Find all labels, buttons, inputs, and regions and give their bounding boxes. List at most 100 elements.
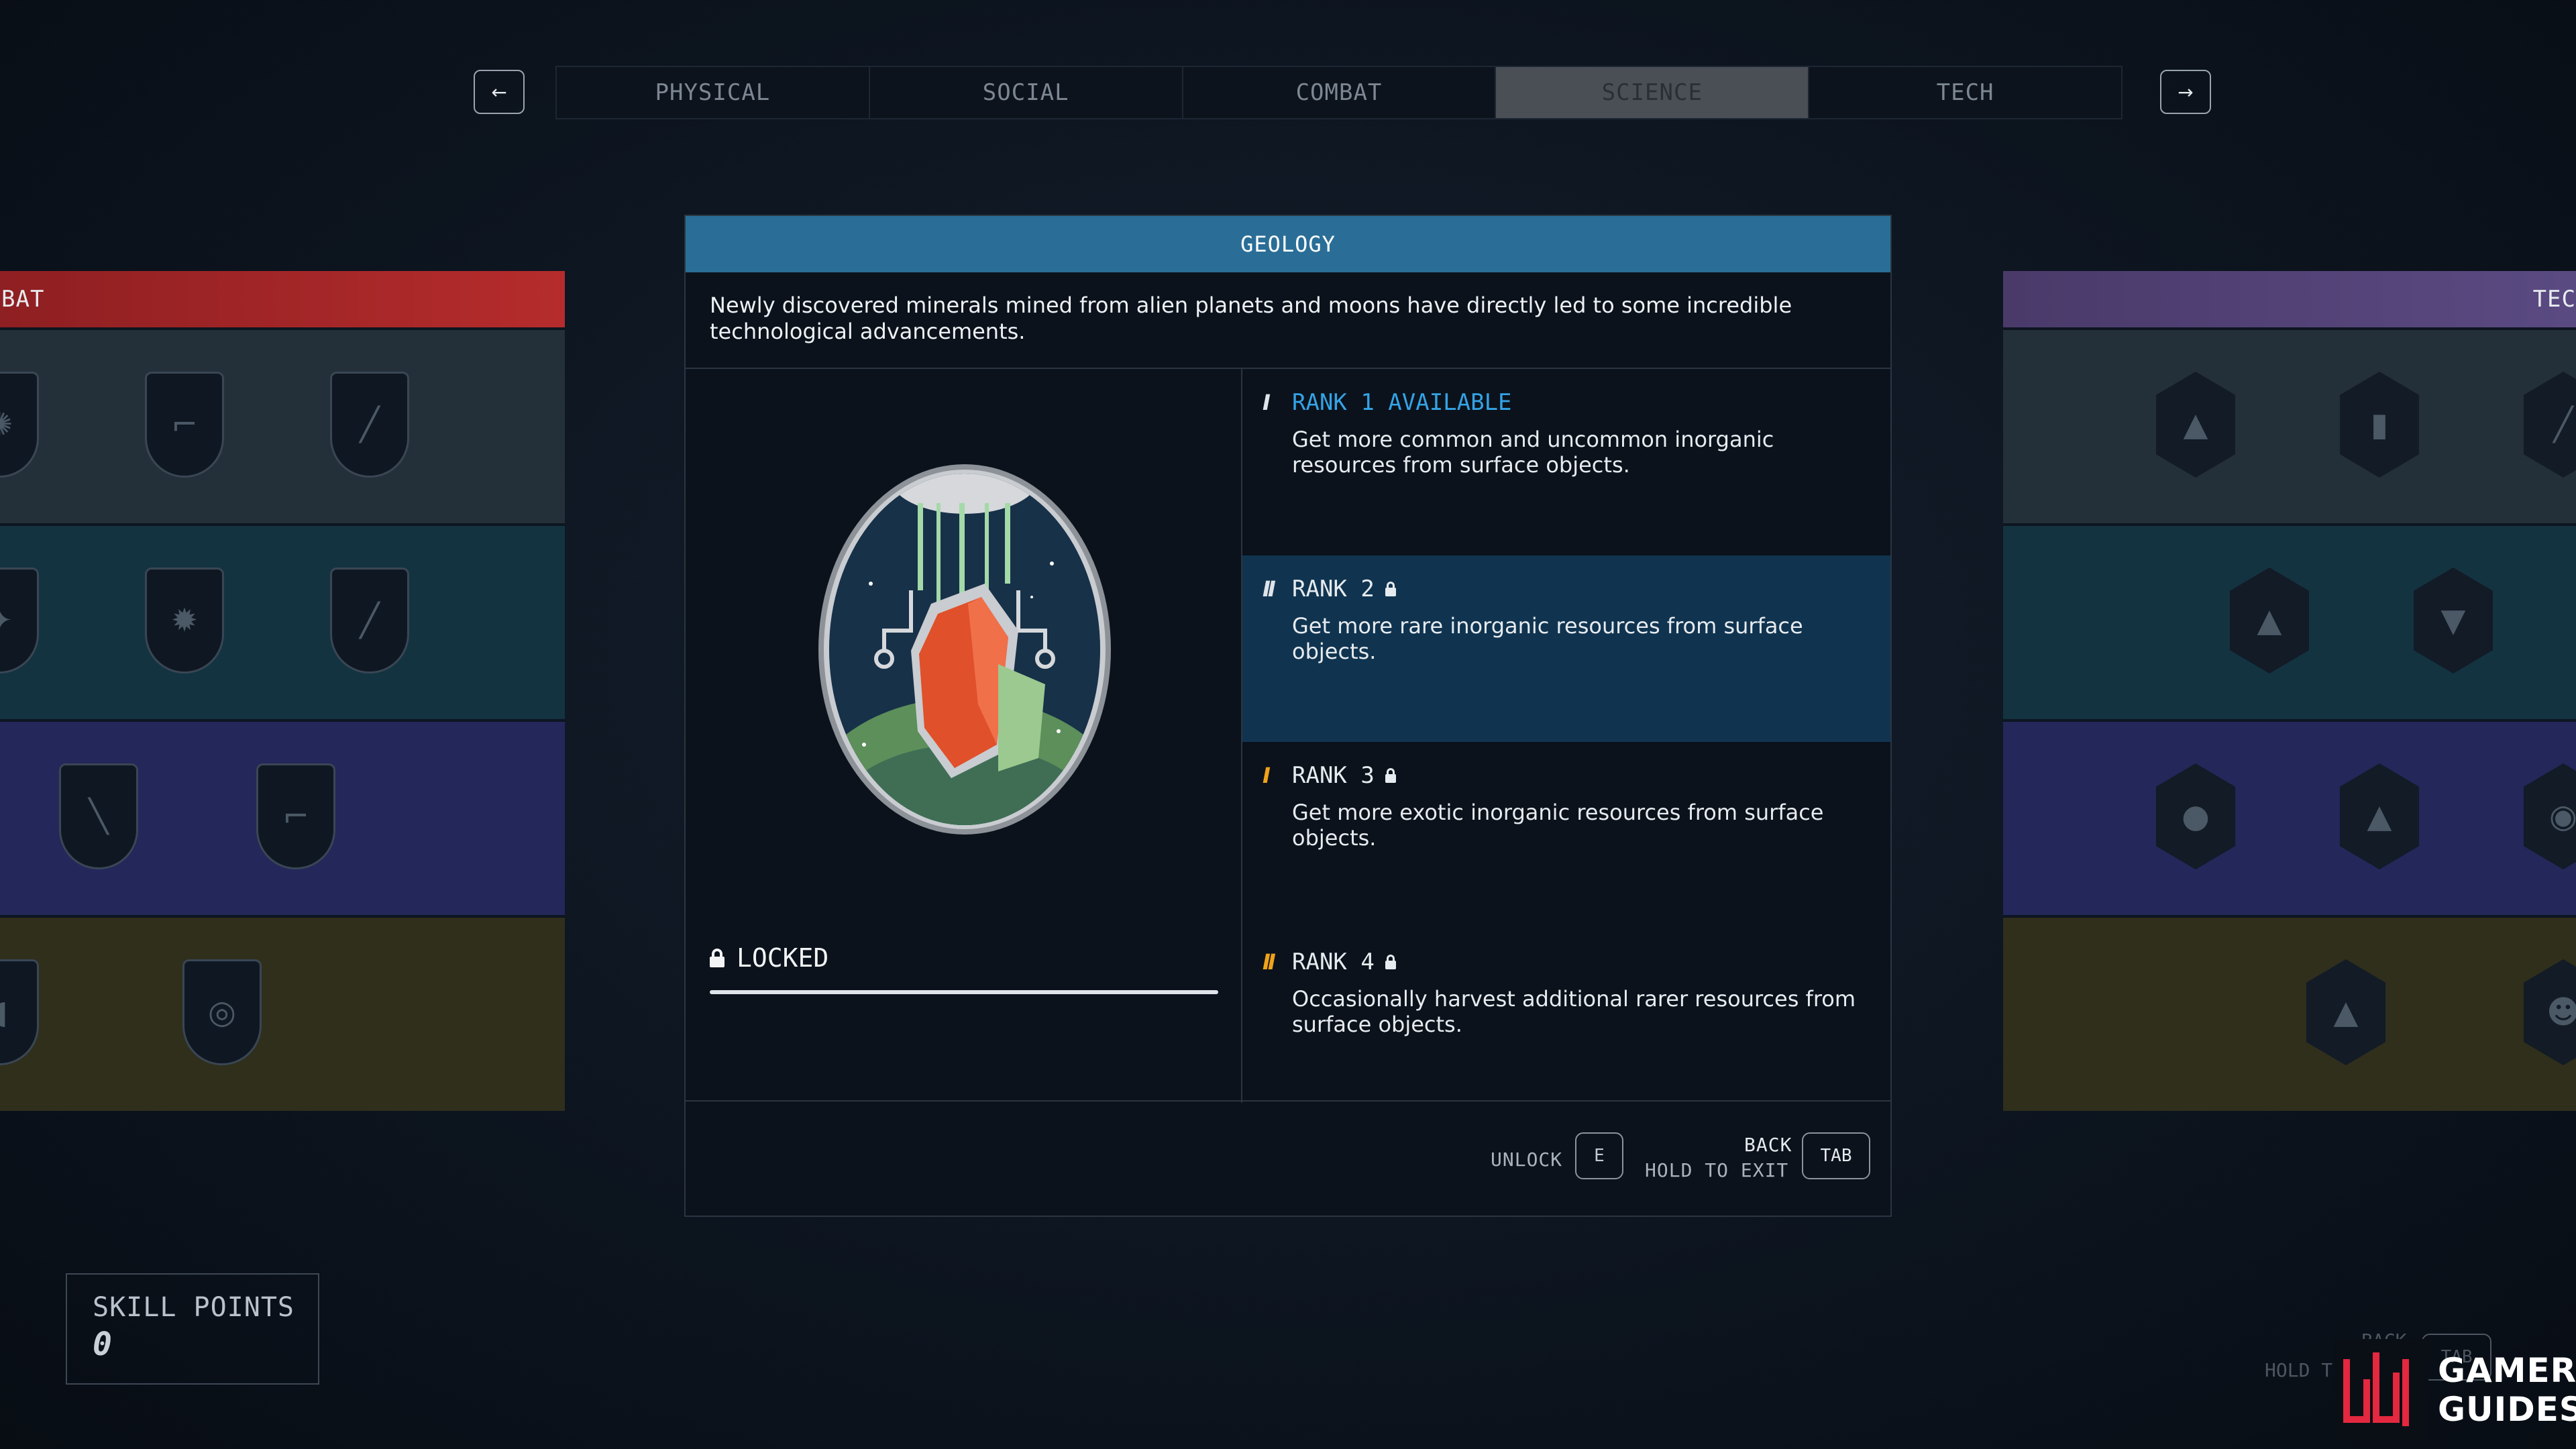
skill-row: ▲ ▮ ╱ <box>2003 327 2576 523</box>
tab-label: COMBAT <box>1295 79 1383 106</box>
unlock-label: UNLOCK <box>1491 1148 1563 1171</box>
rank-2-item[interactable]: II RANK 2 Get more rare inorganic resour… <box>1242 555 1890 742</box>
panel-footer: UNLOCK E BACK HOLD TO EXIT TAB <box>686 1100 1890 1216</box>
rank-3-description: Get more exotic inorganic resources from… <box>1292 800 1824 851</box>
rank-title-row: I RANK 1 AVAILABLE <box>1263 389 1870 416</box>
column-title: BAT <box>1 286 45 313</box>
rank-title-row: II RANK 2 <box>1263 576 1870 602</box>
geology-patch-icon <box>818 464 1111 835</box>
tab-science[interactable]: SCIENCE <box>1496 67 1810 118</box>
sunburst-skill-icon[interactable]: ✹ <box>145 568 224 674</box>
skill-row: ◖ ◎ <box>0 915 565 1111</box>
tab-label: PHYSICAL <box>655 79 771 106</box>
tech-skill-column: TEC ▲ ▮ ╱ ▲ ▼ ● ▲ ◉ ▲ ☻ <box>2003 271 2576 1111</box>
ghost-hold-label: HOLD T <box>2265 1359 2333 1381</box>
lock-icon <box>1385 768 1396 783</box>
lock-status: LOCKED <box>710 943 828 973</box>
skill-title: GEOLOGY <box>1240 231 1336 257</box>
rank-list: I RANK 1 AVAILABLE Get more common and u… <box>1242 369 1890 1115</box>
tab-combat[interactable]: COMBAT <box>1183 67 1497 118</box>
lock-icon <box>1385 955 1396 969</box>
armor-skill-icon[interactable]: ◖ <box>0 959 39 1065</box>
rank-1-description: Get more common and uncommon inorganic r… <box>1292 427 1774 478</box>
lock-status-label: LOCKED <box>737 943 829 973</box>
revolver-skill-icon[interactable]: ⌐ <box>256 763 335 869</box>
piloting-skill-icon[interactable]: ▲ <box>2306 959 2385 1065</box>
rank-1-item[interactable]: I RANK 1 AVAILABLE Get more common and u… <box>1242 369 1890 555</box>
skill-points-label: SKILL POINTS <box>93 1292 294 1323</box>
skill-row: ✦ ✹ ╱ <box>0 523 565 719</box>
previous-category-button[interactable]: ← <box>474 70 525 114</box>
star-skill-icon[interactable]: ✦ <box>0 568 39 674</box>
tab-social[interactable]: SOCIAL <box>869 67 1183 118</box>
shield-systems-skill-icon[interactable]: ▲ <box>2340 763 2419 869</box>
skill-progress-bar <box>710 990 1218 994</box>
pistol-skill-icon[interactable]: ⌐ <box>145 372 224 478</box>
rank-4-title: RANK 4 <box>1292 949 1375 975</box>
rank-1-title: RANK 1 AVAILABLE <box>1292 389 1512 416</box>
skill-points-box: SKILL POINTS 0 <box>66 1273 319 1385</box>
rank-3-item[interactable]: I RANK 3 Get more exotic inorganic resou… <box>1242 742 1890 928</box>
rank-4-item[interactable]: II RANK 4 Occasionally harvest additiona… <box>1242 928 1890 1115</box>
robotics-skill-icon[interactable]: ◉ <box>2524 763 2576 869</box>
skill-row: ● ▲ ◉ <box>2003 719 2576 915</box>
watermark-line-2: GUIDES <box>2438 1390 2576 1429</box>
rank-title-row: II RANK 4 <box>1263 949 1870 975</box>
gamer-guides-logo-icon <box>2334 1339 2428 1440</box>
skill-overview: LOCKED <box>686 369 1242 1103</box>
tab-label: SCIENCE <box>1601 79 1703 106</box>
targeting-skill-icon[interactable]: ◎ <box>182 959 262 1065</box>
tab-label: TECH <box>1936 79 1994 106</box>
sun-burst-skill-icon[interactable]: ✺ <box>0 372 39 478</box>
rank-1-marks: I <box>1263 390 1271 415</box>
rifle-skill-icon[interactable]: ╱ <box>330 372 409 478</box>
lock-icon <box>710 949 724 967</box>
tab-tech[interactable]: TECH <box>1809 67 2121 118</box>
unlock-key-button[interactable]: E <box>1575 1132 1623 1179</box>
ship-design-skill-icon[interactable]: ▲ <box>2230 568 2309 674</box>
skill-row: ▲ ☻ <box>2003 915 2576 1111</box>
unlock-key: E <box>1594 1146 1605 1166</box>
skill-progress-fill <box>710 990 1218 994</box>
back-key: TAB <box>1820 1146 1852 1166</box>
engine-skill-icon[interactable]: ▼ <box>2414 568 2493 674</box>
rank-4-description: Occasionally harvest additional rarer re… <box>1292 986 1856 1037</box>
watermark-line-1: GAMER <box>2438 1351 2576 1390</box>
rank-2-marks: II <box>1263 576 1276 602</box>
rank-3-marks: I <box>1263 763 1271 788</box>
skill-title-bar: GEOLOGY <box>686 216 1890 272</box>
rank-title-row: I RANK 3 <box>1263 762 1870 789</box>
rank-2-description: Get more rare inorganic resources from s… <box>1292 613 1803 664</box>
sniper-skill-icon[interactable]: ╲ <box>59 763 138 869</box>
skill-detail-panel: GEOLOGY Newly discovered minerals mined … <box>684 215 1892 1217</box>
back-key-button[interactable]: TAB <box>1802 1132 1870 1179</box>
astronaut-skill-icon[interactable]: ☻ <box>2524 959 2576 1065</box>
arrow-right-icon: → <box>2178 80 2194 103</box>
rank-4-marks: II <box>1263 949 1276 975</box>
tab-physical[interactable]: PHYSICAL <box>557 67 870 118</box>
skill-row: ╲ ⌐ <box>0 719 565 915</box>
starship-skill-icon[interactable]: ▲ <box>2156 372 2235 478</box>
arrow-left-icon: ← <box>491 80 507 103</box>
next-category-button[interactable]: → <box>2160 70 2211 114</box>
wrench-skill-icon[interactable]: ╱ <box>2524 372 2576 478</box>
combat-skill-column: BAT ✺ ⌐ ╱ ✦ ✹ ╱ ╲ ⌐ ◖ ◎ <box>0 271 565 1111</box>
gamer-guides-watermark: GAMER GUIDES <box>2334 1339 2576 1440</box>
category-tabs: PHYSICAL SOCIAL COMBAT SCIENCE TECH <box>555 66 2123 119</box>
rank-2-title: RANK 2 <box>1292 576 1375 602</box>
tech-column-header: TEC <box>2003 271 2576 327</box>
tab-label: SOCIAL <box>982 79 1069 106</box>
rank-3-title: RANK 3 <box>1292 762 1375 789</box>
jetpack-skill-icon[interactable]: ▮ <box>2340 372 2419 478</box>
assault-rifle-skill-icon[interactable]: ╱ <box>330 568 409 674</box>
skill-description: Newly discovered minerals mined from ali… <box>686 272 1890 369</box>
combat-column-header: BAT <box>0 271 565 327</box>
planet-scan-skill-icon[interactable]: ● <box>2156 763 2235 869</box>
hold-to-exit-label: HOLD TO EXIT <box>1645 1159 1789 1181</box>
column-title: TEC <box>2532 286 2576 313</box>
skill-row: ▲ ▼ <box>2003 523 2576 719</box>
skill-row: ✺ ⌐ ╱ <box>0 327 565 523</box>
lock-icon <box>1385 582 1396 596</box>
back-label: BACK <box>1744 1134 1792 1156</box>
skill-points-value: 0 <box>93 1326 112 1363</box>
